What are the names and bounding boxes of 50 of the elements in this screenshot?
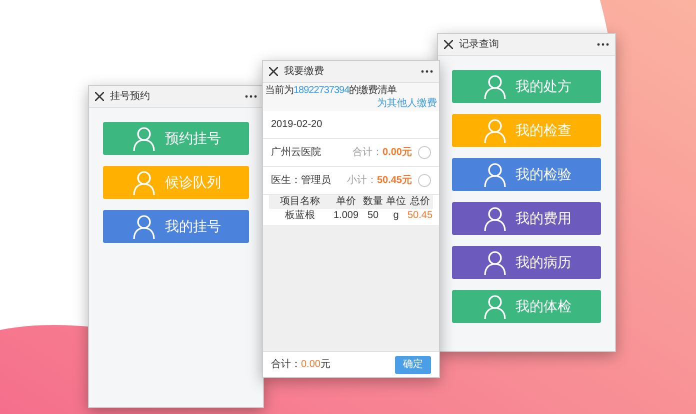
menu-button[interactable]: 我的体检 xyxy=(452,290,601,323)
menu-button[interactable]: 我的病历 xyxy=(452,246,601,279)
window-title: 记录查询 xyxy=(459,38,500,52)
select-checkbox[interactable] xyxy=(418,146,431,159)
column-header: 项目名称 xyxy=(279,195,321,209)
table-cell-text: 板蓝根 xyxy=(284,209,316,223)
person-icon xyxy=(482,294,508,320)
table-cell: 50.45 xyxy=(407,209,433,223)
column-header: 数量 xyxy=(362,195,384,209)
total-text: 合计：0.00元 xyxy=(271,358,332,372)
table-cell-text: g xyxy=(392,209,400,223)
person-icon xyxy=(482,250,508,276)
more-icon[interactable] xyxy=(597,43,609,46)
subtotal-amount: 0.00元 xyxy=(382,146,412,160)
menu-button[interactable]: 我的检验 xyxy=(452,158,601,191)
column-header: 单价 xyxy=(335,195,357,209)
date-text: 2019-02-20 xyxy=(271,118,322,132)
pay-for-others-link[interactable]: 为其他人缴费 xyxy=(377,97,437,110)
person-icon xyxy=(131,214,157,240)
group-name: 广州云医院 xyxy=(271,146,322,160)
subtotal-label: 小计： xyxy=(346,174,377,188)
more-icon[interactable] xyxy=(421,70,433,73)
menu-button[interactable]: 我的处方 xyxy=(452,70,601,103)
person-icon xyxy=(131,126,157,152)
subtotal-amount: 50.45元 xyxy=(376,174,412,188)
person-icon xyxy=(131,170,157,196)
menu-button[interactable]: 候诊队列 xyxy=(103,166,249,199)
more-icon[interactable] xyxy=(245,95,257,98)
person-icon xyxy=(482,74,508,100)
subtotal-label: 合计： xyxy=(352,146,383,160)
notice-text: 当前为18922737394的缴费清单 xyxy=(265,84,397,97)
table-cell-text: 50 xyxy=(366,209,380,223)
confirm-button[interactable]: 确定 xyxy=(395,356,431,374)
menu-button[interactable]: 预约挂号 xyxy=(103,122,249,155)
menu-button[interactable]: 我的检查 xyxy=(452,114,601,147)
person-icon xyxy=(482,118,508,144)
person-icon xyxy=(482,162,508,188)
group-name: 医生：管理员 xyxy=(271,174,332,188)
window-title: 我要缴费 xyxy=(284,64,325,79)
select-checkbox[interactable] xyxy=(418,174,431,187)
menu-button[interactable]: 我的挂号 xyxy=(103,210,249,243)
close-icon[interactable] xyxy=(444,40,453,49)
close-icon[interactable] xyxy=(95,92,104,101)
person-icon xyxy=(482,206,508,232)
close-icon[interactable] xyxy=(269,67,278,76)
column-header: 单位 xyxy=(385,195,407,209)
column-header: 总价 xyxy=(409,195,431,209)
menu-button[interactable]: 我的费用 xyxy=(452,202,601,235)
window-title: 挂号预约 xyxy=(110,90,151,104)
table-cell-text: 1.009 xyxy=(332,209,360,223)
